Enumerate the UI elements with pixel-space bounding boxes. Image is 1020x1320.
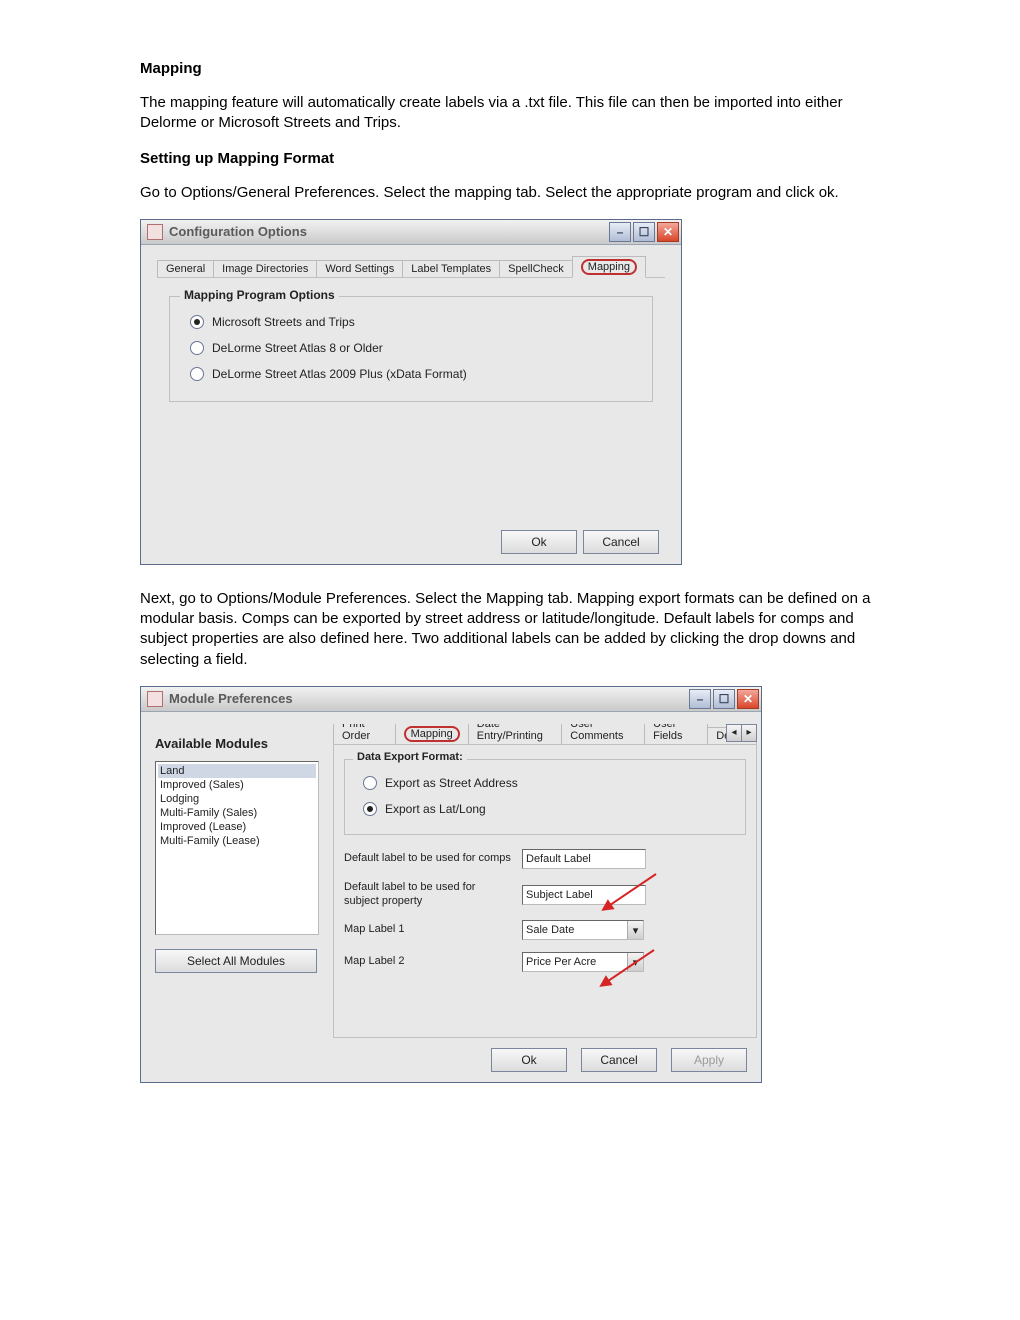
window-module-preferences: Module Preferences – ☐ ✕ Available Modul… [140,686,762,1083]
tab-word-settings[interactable]: Word Settings [316,260,403,277]
paragraph-general-prefs: Go to Options/General Preferences. Selec… [140,183,880,203]
radio-icon [190,367,204,381]
tab-scroll-left[interactable]: ◂ [726,724,742,742]
comps-default-label: Default label to be used for comps [344,852,512,866]
chevron-down-icon[interactable]: ▾ [627,921,643,939]
paragraph-intro: The mapping feature will automatically c… [140,93,880,134]
mapping-panel: Data Export Format: Export as Street Add… [333,745,757,1038]
combo-value: Price Per Acre [523,953,627,971]
radio-icon [190,315,204,329]
available-modules-label: Available Modules [155,736,333,751]
cancel-button[interactable]: Cancel [581,1048,657,1072]
window-title: Module Preferences [169,691,293,706]
radio-label: Microsoft Streets and Trips [212,315,355,329]
group-legend: Mapping Program Options [180,288,339,302]
paragraph-module-prefs: Next, go to Options/Module Preferences. … [140,589,880,670]
window-title: Configuration Options [169,224,307,239]
module-item-improved-sales[interactable]: Improved (Sales) [158,778,316,792]
apply-button[interactable]: Apply [671,1048,747,1072]
heading-mapping: Mapping [140,60,880,77]
group-data-export-format: Data Export Format: Export as Street Add… [344,759,746,835]
tab-user-fields[interactable]: User Fields [644,724,708,744]
tab-row: General Image Directories Word Settings … [157,257,665,278]
minimize-button[interactable]: – [689,689,711,709]
group-mapping-program-options: Mapping Program Options Microsoft Street… [169,296,653,402]
tab-spellcheck[interactable]: SpellCheck [499,260,573,277]
maximize-button[interactable]: ☐ [713,689,735,709]
combo-value: Sale Date [523,921,627,939]
module-item-lodging[interactable]: Lodging [158,792,316,806]
subject-default-label: Default label to be used for subject pro… [344,881,512,909]
app-icon [147,224,163,240]
tab-row: Print Order Mapping Date Entry/Printing … [333,724,757,745]
tab-scroll: ◂ ▸ [727,724,757,742]
radio-export-lat-long[interactable]: Export as Lat/Long [357,796,733,822]
radio-label: Export as Street Address [385,776,518,790]
tab-image-directories[interactable]: Image Directories [213,260,317,277]
radio-delorme-8[interactable]: DeLorme Street Atlas 8 or Older [184,335,638,361]
module-list[interactable]: Land Improved (Sales) Lodging Multi-Fami… [155,761,319,935]
tab-user-comments[interactable]: User Comments [561,724,645,744]
tab-mapping[interactable]: Mapping [395,724,469,745]
cancel-button[interactable]: Cancel [583,530,659,554]
ok-button[interactable]: Ok [501,530,577,554]
comps-default-input[interactable]: Default Label [522,849,646,869]
tab-mapping-highlight: Mapping [404,726,460,742]
tab-mapping-highlight: Mapping [581,259,637,275]
close-button[interactable]: ✕ [657,222,679,242]
module-item-land[interactable]: Land [158,764,316,778]
radio-export-street-address[interactable]: Export as Street Address [357,770,733,796]
window-configuration-options: Configuration Options – ☐ ✕ General Imag… [140,219,682,565]
module-item-multifamily-sales[interactable]: Multi-Family (Sales) [158,806,316,820]
radio-delorme-2009[interactable]: DeLorme Street Atlas 2009 Plus (xData Fo… [184,361,638,387]
tab-print-order[interactable]: Print Order [333,724,396,744]
radio-label: Export as Lat/Long [385,802,486,816]
tab-general[interactable]: General [157,260,214,277]
map-label-2-label: Map Label 2 [344,955,512,969]
close-button[interactable]: ✕ [737,689,759,709]
tab-scroll-right[interactable]: ▸ [741,724,757,742]
radio-icon [190,341,204,355]
ok-button[interactable]: Ok [491,1048,567,1072]
tab-label-templates[interactable]: Label Templates [402,260,500,277]
module-item-improved-lease[interactable]: Improved (Lease) [158,820,316,834]
radio-label: DeLorme Street Atlas 8 or Older [212,341,383,355]
radio-icon [363,802,377,816]
maximize-button[interactable]: ☐ [633,222,655,242]
export-legend: Data Export Format: [353,751,467,763]
titlebar: Module Preferences – ☐ ✕ [141,687,761,712]
app-icon [147,691,163,707]
module-item-multifamily-lease[interactable]: Multi-Family (Lease) [158,834,316,848]
minimize-button[interactable]: – [609,222,631,242]
radio-ms-streets[interactable]: Microsoft Streets and Trips [184,309,638,335]
select-all-modules-button[interactable]: Select All Modules [155,949,317,973]
map-label-1-combo[interactable]: Sale Date ▾ [522,920,644,940]
radio-icon [363,776,377,790]
map-label-1-label: Map Label 1 [344,923,512,937]
radio-label: DeLorme Street Atlas 2009 Plus (xData Fo… [212,367,467,381]
tab-date-entry-printing[interactable]: Date Entry/Printing [468,724,563,744]
titlebar: Configuration Options – ☐ ✕ [141,220,681,245]
tab-mapping[interactable]: Mapping [572,256,646,278]
heading-setup: Setting up Mapping Format [140,150,880,167]
